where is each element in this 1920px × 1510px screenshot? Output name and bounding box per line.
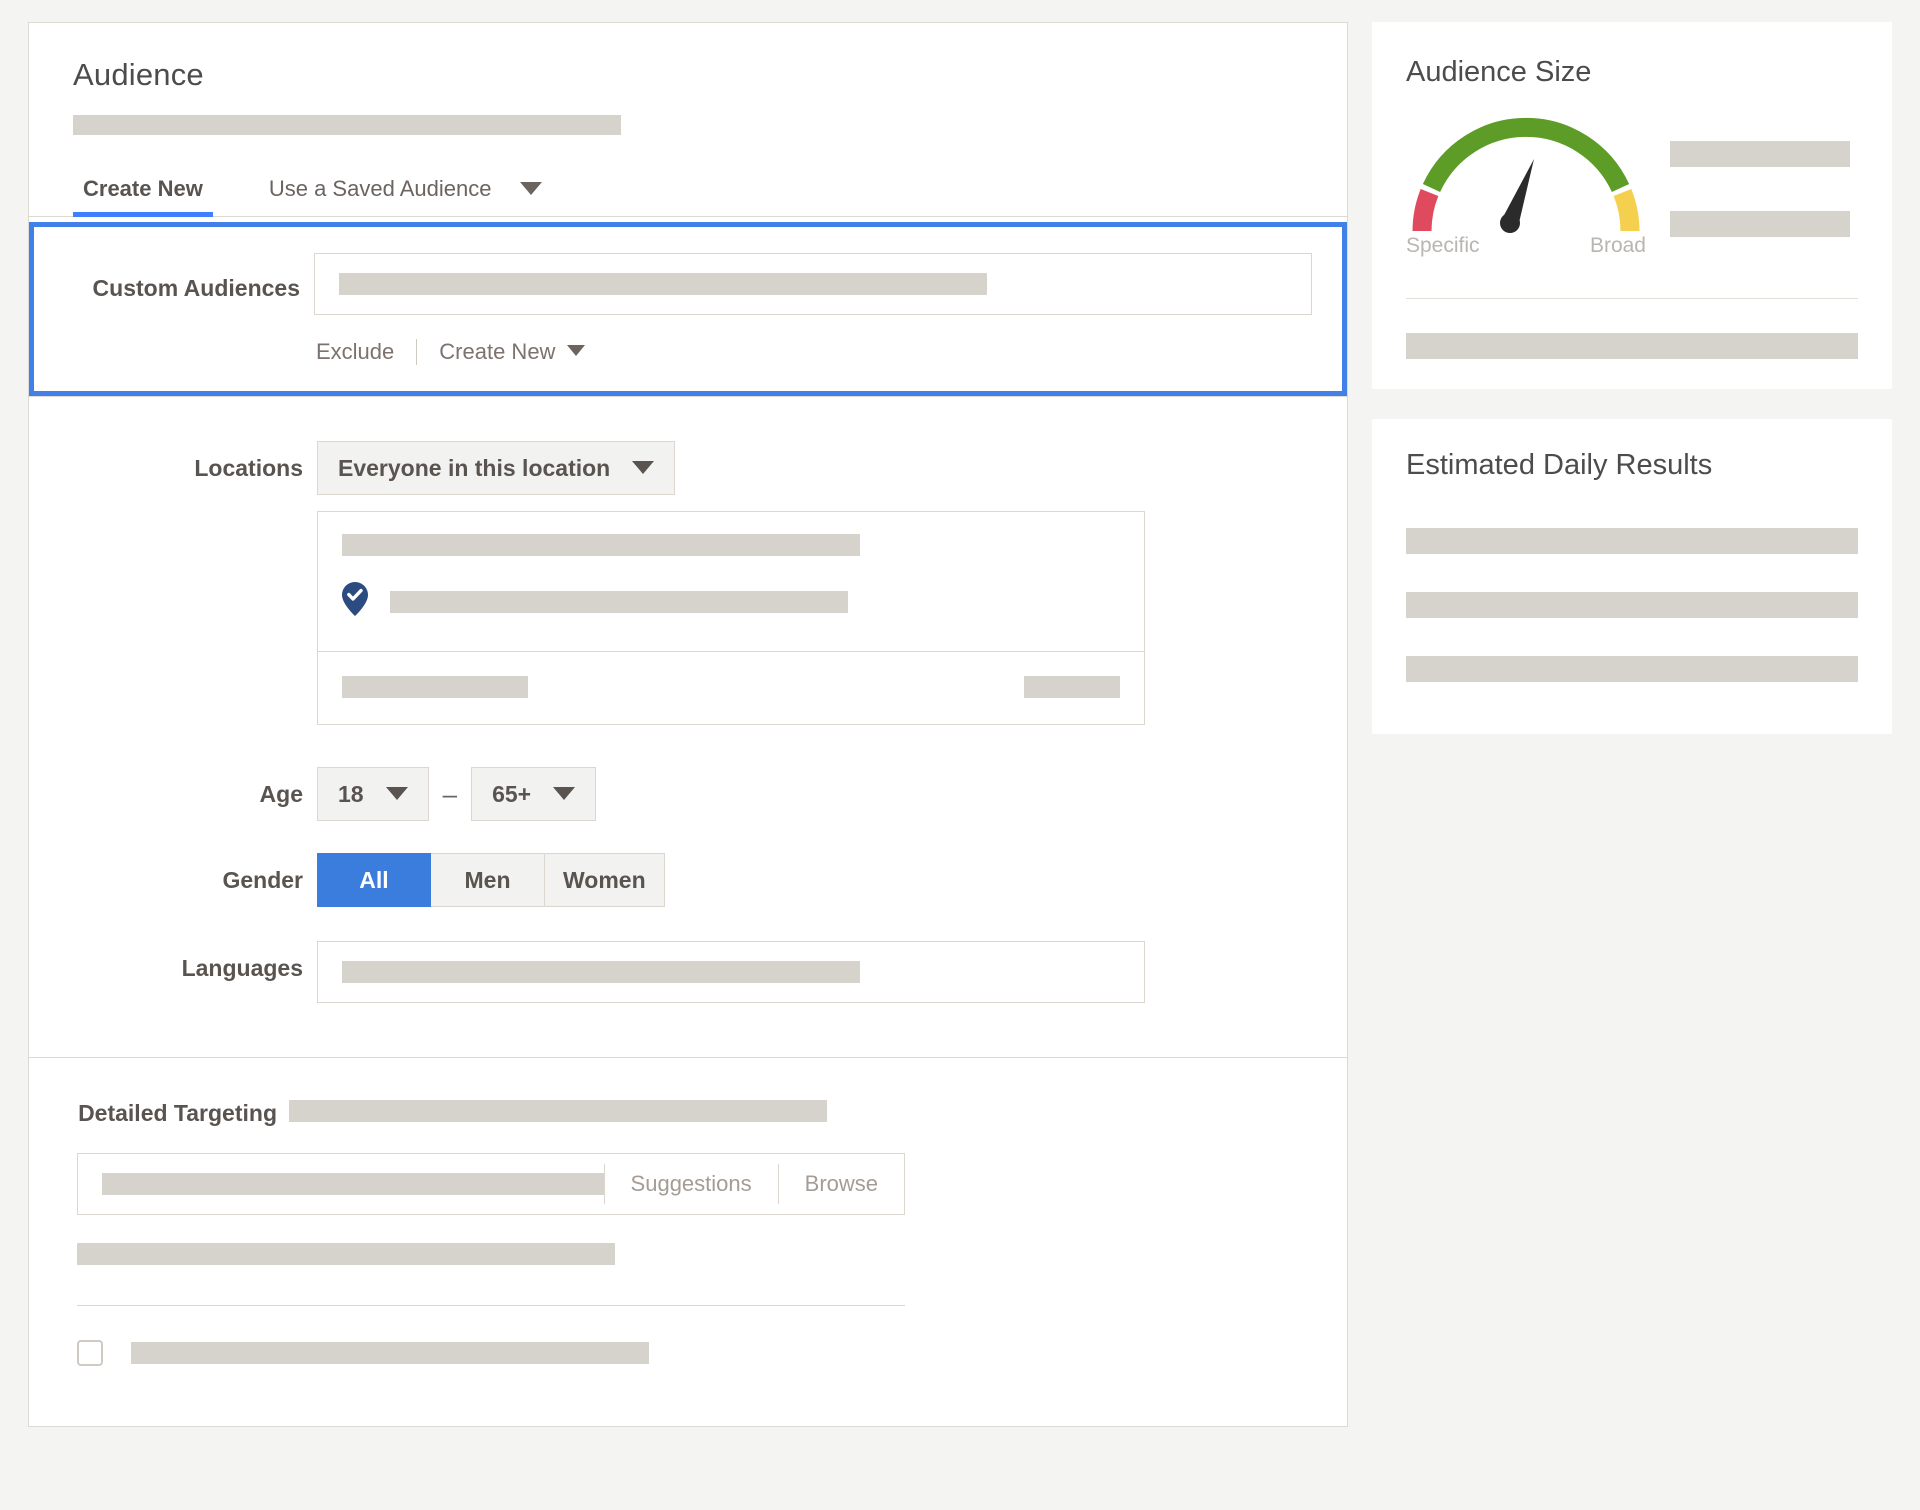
- languages-input-redacted-value: [342, 961, 860, 983]
- chevron-down-icon: [385, 786, 408, 800]
- languages-label: Languages: [181, 955, 303, 981]
- locations-footer-redacted-value: [342, 676, 528, 698]
- estimated-daily-results-card: Estimated Daily Results: [1372, 419, 1892, 734]
- detailed-targeting-row: Detailed Targeting: [29, 1096, 1317, 1127]
- audience-panel: Audience Create New Use a Saved Audience…: [28, 22, 1348, 1427]
- age-min-dropdown[interactable]: 18: [317, 767, 429, 821]
- detailed-targeting-search-redacted-value: [102, 1173, 604, 1195]
- gauge-svg: [1412, 117, 1640, 233]
- browse-button[interactable]: Browse: [777, 1164, 904, 1204]
- suggestions-button[interactable]: Suggestions: [603, 1164, 778, 1204]
- audience-size-gauge: Specific Broad: [1406, 115, 1646, 258]
- estimated-daily-results-title: Estimated Daily Results: [1406, 449, 1713, 481]
- gauge-labels: Specific Broad: [1406, 234, 1646, 258]
- estimated-result-row-1-redacted-value: [1406, 528, 1858, 554]
- gender-row: Gender All Men Women: [29, 853, 1317, 907]
- sidebar: Audience Size Specific Broad Estimated D…: [1372, 22, 1892, 734]
- chevron-down-icon: [632, 460, 655, 474]
- detailed-targeting-secondary-redacted-value: [77, 1243, 615, 1265]
- gender-label: Gender: [222, 867, 303, 893]
- detailed-targeting-expansion-redacted-label: [131, 1342, 649, 1364]
- tab-create-new[interactable]: Create New: [73, 176, 213, 217]
- audience-tabs: Create New Use a Saved Audience: [29, 161, 1347, 217]
- detailed-targeting-expansion-checkbox[interactable]: [77, 1340, 103, 1366]
- audience-size-stat-2-redacted-value: [1670, 211, 1850, 237]
- age-label: Age: [259, 781, 303, 807]
- location-list-item-redacted-value: [390, 590, 848, 613]
- age-range-separator: –: [442, 779, 458, 809]
- location-list-item[interactable]: [342, 582, 1120, 621]
- gauge-specific-label: Specific: [1406, 234, 1480, 257]
- exclude-link[interactable]: Exclude: [316, 339, 394, 365]
- custom-audiences-section: Custom Audiences Exclude Create New: [29, 222, 1347, 396]
- chevron-down-icon: [519, 181, 542, 195]
- detailed-targeting-divider: [77, 1305, 905, 1306]
- locations-row: Locations Everyone in this location: [29, 441, 1317, 725]
- locations-content: Everyone in this location: [317, 441, 1317, 725]
- chevron-down-icon: [553, 786, 576, 800]
- audience-size-title: Audience Size: [1406, 56, 1592, 88]
- custom-audiences-content: Exclude Create New: [314, 253, 1312, 365]
- audience-size-stats: [1646, 115, 1858, 237]
- custom-audiences-label: Custom Audiences: [92, 275, 300, 301]
- age-row: Age 18 – 65+: [29, 767, 1317, 821]
- age-min-value: 18: [338, 780, 364, 807]
- age-max-value: 65+: [492, 780, 532, 807]
- locations-scope-value: Everyone in this location: [338, 454, 611, 481]
- age-controls: 18 – 65+: [317, 767, 1317, 821]
- audience-header: Audience: [29, 23, 1347, 135]
- custom-audiences-input[interactable]: [314, 253, 1312, 315]
- languages-input[interactable]: [317, 941, 1145, 1003]
- link-divider: [416, 339, 418, 365]
- audience-size-gauge-area: Specific Broad: [1406, 115, 1858, 258]
- estimated-result-row-2-redacted-value: [1406, 592, 1858, 618]
- audience-size-footer-redacted-value: [1406, 333, 1858, 359]
- detailed-targeting-search[interactable]: Suggestions Browse: [77, 1153, 905, 1215]
- estimated-result-row-3-redacted-value: [1406, 656, 1858, 682]
- tab-use-saved-audience[interactable]: Use a Saved Audience: [259, 176, 552, 216]
- gender-content: All Men Women: [317, 853, 1317, 907]
- detailed-targeting-expansion-row: [77, 1340, 1317, 1366]
- gender-option-women[interactable]: Women: [545, 853, 665, 907]
- audience-size-card: Audience Size Specific Broad: [1372, 22, 1892, 389]
- gender-toggle-group: All Men Women: [317, 853, 1317, 907]
- locations-upper: [318, 512, 1144, 652]
- chevron-down-icon[interactable]: [567, 344, 586, 356]
- tab-use-saved-audience-label: Use a Saved Audience: [268, 176, 492, 201]
- locations-footer-action-redacted-value[interactable]: [1024, 676, 1120, 698]
- age-max-dropdown[interactable]: 65+: [471, 767, 597, 821]
- detailed-targeting-content: [277, 1096, 1317, 1122]
- age-content: 18 – 65+: [317, 767, 1317, 821]
- locations-listbox: [317, 511, 1145, 725]
- languages-row: Languages: [29, 941, 1317, 1003]
- custom-audiences-links: Exclude Create New: [314, 339, 1312, 365]
- custom-audiences-input-redacted-value: [339, 273, 987, 295]
- audience-size-stat-1-redacted-value: [1670, 141, 1850, 167]
- create-new-audience-link[interactable]: Create New: [439, 339, 555, 365]
- locations-scope-dropdown[interactable]: Everyone in this location: [317, 441, 676, 495]
- locations-lower: [318, 652, 1144, 724]
- gender-option-men[interactable]: Men: [431, 853, 545, 907]
- audience-name-redacted-value: [73, 115, 621, 135]
- locations-label: Locations: [194, 455, 303, 481]
- detailed-targeting-section: Detailed Targeting Suggestions Browse: [29, 1057, 1347, 1426]
- location-pin-check-icon: [342, 582, 368, 621]
- detailed-targeting-label: Detailed Targeting: [78, 1100, 277, 1126]
- locations-headline-redacted-value: [342, 534, 860, 556]
- demographics-section: Locations Everyone in this location Age …: [29, 396, 1347, 1057]
- audience-size-divider: [1406, 298, 1858, 299]
- gauge-broad-label: Broad: [1589, 234, 1646, 257]
- tab-create-new-label: Create New: [83, 176, 203, 201]
- languages-content: [317, 941, 1317, 1003]
- gender-option-all[interactable]: All: [317, 853, 431, 907]
- detailed-targeting-headline-redacted-value: [289, 1100, 827, 1122]
- page-title: Audience: [73, 57, 204, 92]
